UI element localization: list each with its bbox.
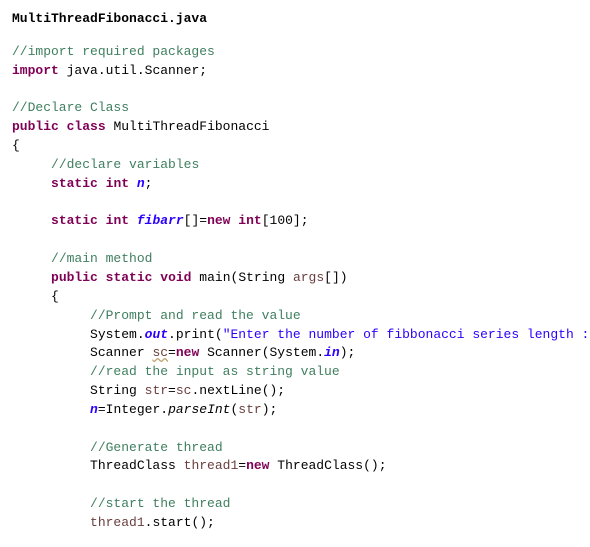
kw-void: void [160,270,191,285]
import-path: java.util.Scanner [67,63,200,78]
kw-static: static [51,176,98,191]
class-name: MultiThreadFibonacci [113,119,269,134]
comment: //import required packages [12,44,215,59]
kw-class: class [67,119,106,134]
id-integer: Integer [106,402,161,417]
file-title: MultiThreadFibonacci.java [12,10,578,29]
method-main: main [199,270,230,285]
type-string: String [90,383,137,398]
comment: //Generate thread [90,440,223,455]
id-start: start [152,515,191,530]
comment: //start the thread [90,496,230,511]
kw-static: static [106,270,153,285]
type-string: String [238,270,285,285]
id-in: in [324,345,340,360]
string-literal: "Enter the number of fibbonacci series l… [223,327,590,342]
kw-new: new [176,345,199,360]
kw-import: import [12,63,59,78]
comment: //main method [51,251,152,266]
var-sc: sc [176,383,192,398]
type-scanner: Scanner [207,345,262,360]
kw-new: new [207,213,230,228]
comment: //Declare Class [12,100,129,115]
field-n: n [90,402,98,417]
type-threadclass: ThreadClass [90,458,176,473]
var-thread1: thread1 [184,458,239,473]
id-system: System [270,345,317,360]
id-print: print [176,327,215,342]
id-nextline: nextLine [199,383,261,398]
var-str: str [145,383,168,398]
type-scanner: Scanner [90,345,145,360]
type-threadclass: ThreadClass [277,458,363,473]
comment: //read the input as string value [90,364,340,379]
id-out: out [145,327,168,342]
comment: //declare variables [51,157,199,172]
kw-int: int [106,213,129,228]
field-fibarr: fibarr [137,213,184,228]
kw-new: new [246,458,269,473]
code-block: //import required packages import java.u… [12,43,578,533]
id-system: System [90,327,137,342]
kw-public: public [12,119,59,134]
kw-public: public [51,270,98,285]
kw-int: int [106,176,129,191]
var-str: str [238,402,261,417]
param-args: args [293,270,324,285]
id-parseint: parseInt [168,402,230,417]
var-sc: sc [152,345,168,360]
var-thread1: thread1 [90,515,145,530]
comment: //Prompt and read the value [90,308,301,323]
field-n: n [137,176,145,191]
kw-static: static [51,213,98,228]
kw-int: int [238,213,261,228]
array-size: 100 [270,213,293,228]
